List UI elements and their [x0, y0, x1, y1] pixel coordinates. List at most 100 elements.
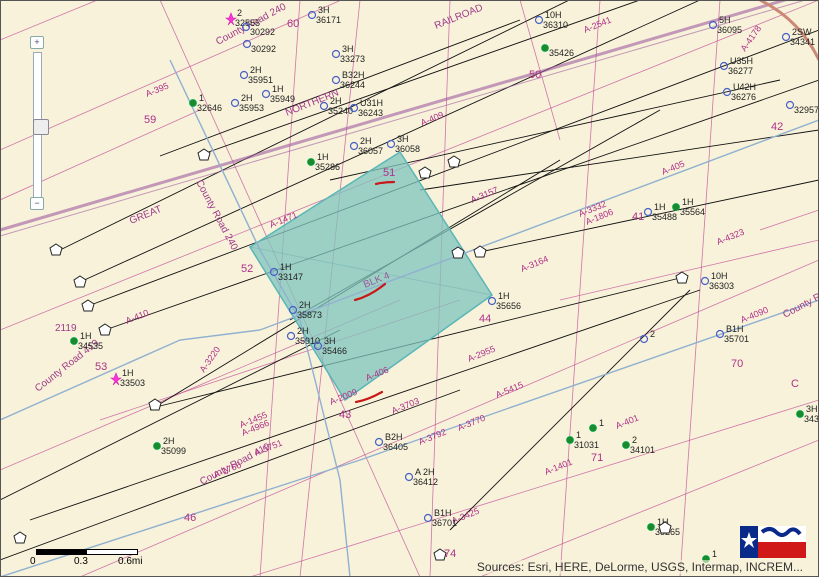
well-api-label: 35488	[652, 212, 677, 222]
well-pad-pentagon	[49, 243, 63, 256]
well-api-label: 35949	[270, 94, 295, 104]
well-number-label: 1	[576, 430, 581, 440]
abstract-label: A-3770	[456, 413, 487, 433]
section-number: 41	[632, 211, 644, 223]
well-api-label: 36058	[395, 144, 420, 154]
rrc-logo-icon	[740, 526, 806, 558]
abstract-label: A-3792	[417, 427, 448, 447]
well-marker-open	[331, 49, 341, 59]
well-number-label: 1H	[280, 262, 292, 272]
well-api-label: 35426	[549, 48, 574, 58]
well-number-label: 1H	[272, 84, 284, 94]
zoom-slider[interactable]: + −	[30, 36, 49, 210]
well-marker-open	[404, 472, 414, 482]
abstract-label: A-3157	[469, 185, 500, 205]
well-marker-open	[286, 331, 296, 341]
well-marker-open	[785, 100, 795, 110]
scale-label-0: 0	[30, 556, 36, 567]
well-api-label: 34341	[790, 37, 815, 47]
well-number-label: 5H	[719, 15, 731, 25]
zoom-track[interactable]	[33, 52, 49, 204]
well-number-label: 3H	[324, 336, 336, 346]
well-marker-open	[534, 15, 544, 25]
well-pad-pentagon	[81, 299, 95, 312]
well-marker-open	[487, 296, 497, 306]
well-number-label: 2H	[250, 65, 262, 75]
well-marker-open	[349, 141, 359, 151]
abstract-label: A-2955	[466, 344, 497, 364]
well-number-label: U35H	[730, 56, 753, 66]
well-api-label: 36701	[432, 518, 457, 528]
well-number-label: B2H	[385, 432, 403, 442]
abstract-label: A-410	[124, 308, 150, 326]
well-number-label: 2H	[360, 136, 372, 146]
well-trace-line	[479, 179, 819, 253]
well-marker-green	[672, 203, 680, 211]
section-number: 60	[287, 18, 299, 30]
well-marker-open	[643, 207, 653, 217]
well-api-label: 33273	[340, 54, 365, 64]
well-pad-pentagon	[447, 155, 461, 168]
section-number: 44	[479, 313, 491, 325]
abstract-label: A-4178	[738, 24, 763, 54]
well-marker-green	[647, 523, 655, 531]
well-number-label: 2	[237, 8, 242, 18]
well-number-label: 2H	[241, 93, 253, 103]
well-number-label: 1H	[654, 202, 666, 212]
abstract-label: A-2541	[582, 15, 613, 35]
well-api-label: 35910	[295, 336, 320, 346]
well-api-label: 30292	[250, 27, 275, 37]
zoom-out-button[interactable]: −	[30, 197, 44, 210]
well-number-label: 3H	[342, 44, 354, 54]
well-api-label: 35701	[724, 334, 749, 344]
scale-label-mid: 0.3	[74, 556, 88, 567]
well-marker-open	[386, 139, 396, 149]
well-marker-green	[70, 337, 78, 345]
abstract-label: A-401	[614, 413, 640, 431]
well-number-label: 3H	[397, 134, 409, 144]
well-api-label: 36057	[358, 146, 383, 156]
abstract-label: A-1401	[543, 457, 574, 477]
survey-line	[0, 0, 343, 151]
well-api-label: 36276	[731, 92, 756, 102]
well-number-label: B32H	[342, 70, 365, 80]
well-pad-pentagon	[197, 148, 211, 161]
scale-bar: 0 0.3 0.6mi	[28, 549, 146, 575]
section-number: 70	[731, 358, 743, 370]
well-number-label: 1H	[682, 197, 694, 207]
well-api-label: 35656	[496, 301, 521, 311]
well-api-label: 36310	[543, 20, 568, 30]
well-pad-pentagon	[13, 531, 27, 544]
map-canvas[interactable]: RAILROADNORTHERNGREATCounty Road 240Coun…	[0, 0, 819, 577]
well-api-label: 34101	[630, 445, 655, 455]
well-number-label: 2H	[330, 96, 342, 106]
well-number-label: 3H	[318, 5, 330, 15]
well-api-label: 36277	[728, 66, 753, 76]
well-marker-green	[307, 158, 315, 166]
well-api-label: 36244	[340, 80, 365, 90]
well-trace-line	[419, 129, 819, 191]
well-api-label: 35564	[680, 207, 705, 217]
section-number: 42	[771, 121, 783, 133]
well-marker-green	[622, 441, 630, 449]
well-pad-pentagon	[473, 245, 487, 258]
survey-line	[249, 399, 819, 577]
well-marker-green	[566, 436, 574, 444]
well-number-label: A 2H	[415, 467, 435, 477]
well-number-label: 2H	[297, 326, 309, 336]
well-pad-pentagon	[98, 323, 112, 336]
well-api-label: 36243	[358, 108, 383, 118]
well-number-label: 2H	[299, 300, 311, 310]
abstract-label: A-3164	[519, 254, 550, 274]
well-api-label: 36095	[717, 25, 742, 35]
well-marker-green	[189, 99, 197, 107]
scale-label-end: 0.6mi	[118, 556, 143, 567]
zoom-in-button[interactable]: +	[30, 36, 44, 49]
zoom-handle[interactable]	[33, 119, 49, 135]
well-marker-open	[374, 437, 384, 447]
well-api-label: 30292	[251, 44, 276, 54]
well-api-label: 33503	[120, 378, 145, 388]
well-trace-line	[0, 329, 341, 501]
well-number-label: 1	[599, 418, 604, 428]
attribution-text: Sources: Esri, HERE, DeLorme, USGS, Inte…	[474, 560, 805, 574]
